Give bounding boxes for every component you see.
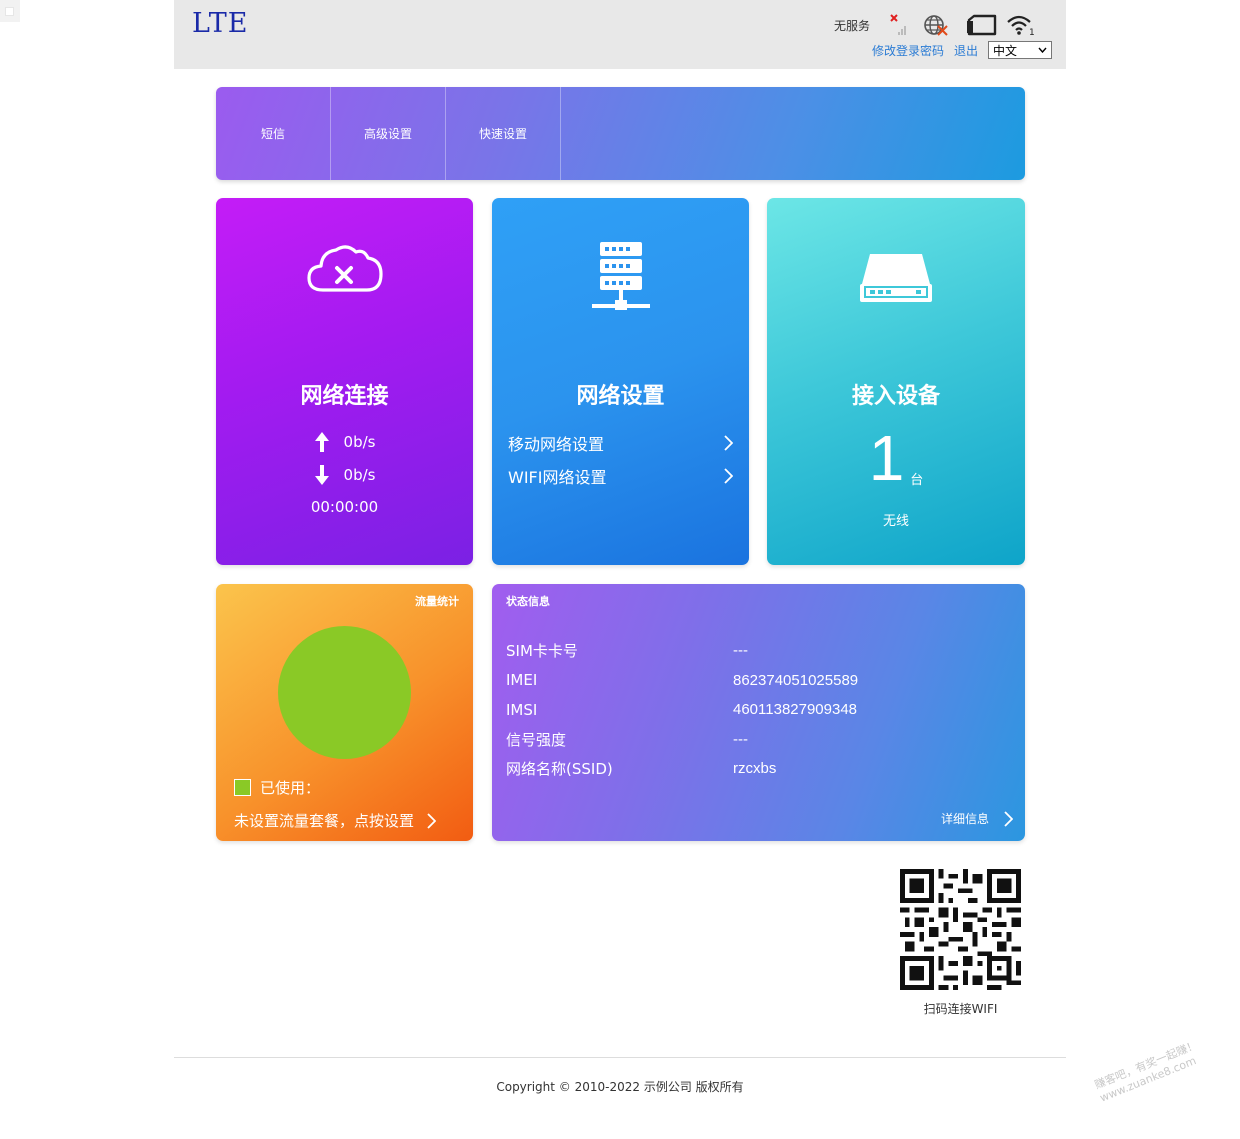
set-plan-link[interactable]: 未设置流量套餐，点按设置 bbox=[234, 810, 437, 831]
details-label: 详细信息 bbox=[940, 812, 989, 826]
wifi-settings-link[interactable]: WIFI网络设置 bbox=[508, 464, 733, 488]
device-count-number: 1 bbox=[868, 422, 905, 494]
language-value: 中文 bbox=[993, 43, 1018, 58]
device-count: 1 台 bbox=[767, 426, 1025, 490]
chevron-right-icon bbox=[1004, 810, 1013, 827]
service-status: 无服务 bbox=[833, 18, 870, 33]
status-row: 信号强度 --- bbox=[506, 725, 858, 755]
upload-arrow-icon bbox=[314, 432, 329, 452]
status-value: --- bbox=[733, 642, 748, 660]
connection-duration: 00:00:00 bbox=[310, 498, 379, 516]
device-type: 无线 bbox=[882, 514, 909, 529]
status-row: IMSI 460113827909348 bbox=[506, 695, 858, 725]
download-row: 0b/s bbox=[216, 464, 473, 486]
chevron-right-icon bbox=[724, 435, 733, 451]
chevron-down-icon bbox=[1038, 47, 1047, 53]
status-value: rzcxbs bbox=[733, 760, 777, 778]
traffic-stats-card: 流量统计 已使用： 未设置流量套餐，点按设置 bbox=[216, 584, 473, 841]
language-select[interactable]: 中文 bbox=[988, 41, 1052, 59]
status-key: IMSI bbox=[506, 700, 538, 719]
router-icon bbox=[767, 248, 1025, 308]
upload-speed: 0b/s bbox=[343, 433, 376, 451]
footer-divider bbox=[174, 1057, 1066, 1058]
wifi-settings-label: WIFI网络设置 bbox=[508, 468, 607, 487]
signal-icon bbox=[888, 12, 910, 38]
qr-caption: 扫码连接WIFI bbox=[923, 1002, 998, 1016]
used-color-swatch bbox=[234, 779, 251, 796]
device-count-unit: 台 bbox=[910, 473, 924, 488]
devices-card-title: 接入设备 bbox=[851, 384, 940, 409]
chevron-right-icon bbox=[427, 812, 437, 829]
logout-link[interactable]: 退出 bbox=[954, 42, 978, 59]
traffic-usage-chart bbox=[278, 626, 411, 759]
top-header: LTE 无服务 1 修改登录密码 退出 中文 bbox=[174, 0, 1066, 69]
status-info-card: 状态信息 SIM卡卡号 --- IMEI 862374051025589 IMS… bbox=[492, 584, 1025, 841]
set-plan-label: 未设置流量套餐，点按设置 bbox=[234, 812, 415, 830]
mobile-network-settings-link[interactable]: 移动网络设置 bbox=[508, 431, 733, 455]
details-link[interactable]: 详细信息 bbox=[941, 810, 1013, 827]
used-label: 已使用： bbox=[260, 779, 321, 797]
copyright: Copyright © 2010-2022 示例公司 版权所有 bbox=[496, 1080, 744, 1094]
status-key: 网络名称(SSID) bbox=[506, 760, 613, 779]
status-row: SIM卡卡号 --- bbox=[506, 636, 858, 666]
status-key: SIM卡卡号 bbox=[506, 642, 578, 661]
network-settings-card: 网络设置 移动网络设置 WIFI网络设置 bbox=[492, 198, 749, 565]
network-card-title: 网络连接 bbox=[300, 384, 389, 409]
chevron-right-icon bbox=[724, 468, 733, 484]
svg-text:1: 1 bbox=[1029, 28, 1035, 38]
status-icons: 无服务 1 bbox=[834, 12, 1036, 38]
status-value: 460113827909348 bbox=[733, 701, 858, 719]
settings-card-title: 网络设置 bbox=[576, 384, 665, 409]
status-value: 862374051025589 bbox=[733, 671, 859, 689]
network-connection-card[interactable]: 网络连接 0b/s 0b/s 00:00:00 bbox=[216, 198, 473, 565]
wifi-icon: 1 bbox=[1006, 12, 1036, 38]
watermark: 赚客吧，有奖一起赚！ www.zuanke8.com bbox=[1093, 1038, 1205, 1105]
traffic-card-title: 流量统计 bbox=[415, 595, 459, 608]
globe-disconnected-icon bbox=[922, 12, 950, 38]
status-card-title: 状态信息 bbox=[506, 595, 550, 608]
nav-item-quick-settings[interactable]: 快速设置 bbox=[446, 87, 561, 180]
upload-row: 0b/s bbox=[216, 431, 473, 453]
status-key: IMEI bbox=[506, 671, 538, 690]
connected-devices-card[interactable]: 接入设备 1 台 无线 bbox=[767, 198, 1025, 565]
main-nav: 短信 高级设置 快速设置 bbox=[216, 87, 1025, 180]
change-password-link[interactable]: 修改登录密码 bbox=[872, 42, 944, 59]
status-table: SIM卡卡号 --- IMEI 862374051025589 IMSI 460… bbox=[506, 636, 858, 784]
corner-checkbox bbox=[0, 0, 20, 22]
used-legend: 已使用： bbox=[234, 777, 320, 798]
wifi-qr-code bbox=[900, 869, 1021, 990]
status-value: --- bbox=[733, 730, 748, 748]
status-key: 信号强度 bbox=[506, 730, 567, 749]
cloud-disconnected-icon bbox=[216, 238, 473, 298]
nav-item-advanced-settings[interactable]: 高级设置 bbox=[331, 87, 446, 180]
nav-item-sms[interactable]: 短信 bbox=[216, 87, 331, 180]
server-icon bbox=[492, 238, 749, 320]
header-links: 修改登录密码 退出 中文 bbox=[872, 41, 1052, 59]
sim-card-icon bbox=[964, 12, 998, 38]
status-row: 网络名称(SSID) rzcxbs bbox=[506, 754, 858, 784]
logo: LTE bbox=[192, 8, 249, 39]
mobile-network-label: 移动网络设置 bbox=[508, 435, 605, 454]
download-speed: 0b/s bbox=[343, 466, 376, 484]
download-arrow-icon bbox=[314, 465, 329, 485]
status-row: IMEI 862374051025589 bbox=[506, 666, 858, 696]
